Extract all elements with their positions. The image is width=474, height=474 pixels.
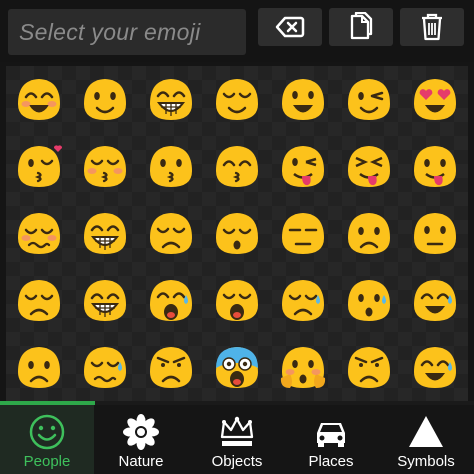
emoji-kiss-closed[interactable] xyxy=(138,133,204,199)
emoji-face-icon xyxy=(348,347,390,388)
emoji-fearful-scream[interactable] xyxy=(204,334,270,400)
copy-button[interactable] xyxy=(329,8,393,46)
emoji-face-icon xyxy=(84,280,126,321)
emoji-kiss-heart[interactable] xyxy=(6,133,72,199)
emoji-disappointed[interactable] xyxy=(6,267,72,333)
emoji-sweat-grin[interactable] xyxy=(402,334,468,400)
category-bar: People Nature Objects Places Symbols xyxy=(0,405,474,474)
smiley-icon xyxy=(27,414,67,450)
emoji-angry-red[interactable] xyxy=(336,334,402,400)
emoji-face-icon xyxy=(216,213,258,254)
emoji-face-icon xyxy=(282,146,324,187)
emoji-kiss-smile[interactable] xyxy=(204,133,270,199)
emoji-unamused[interactable] xyxy=(270,200,336,266)
emoji-face-icon xyxy=(280,347,326,388)
emoji-face-icon xyxy=(414,347,456,388)
emoji-face-icon xyxy=(18,79,60,120)
emoji-sleepy-open[interactable] xyxy=(204,200,270,266)
emoji-wink[interactable] xyxy=(336,66,402,132)
emoji-face-icon xyxy=(348,79,390,120)
emoji-big-grin[interactable] xyxy=(72,200,138,266)
tab-places[interactable]: Places xyxy=(284,405,378,474)
emoji-tongue-out[interactable] xyxy=(402,133,468,199)
crown-icon xyxy=(217,414,257,450)
emoji-face-icon xyxy=(414,280,456,321)
emoji-face-icon xyxy=(216,146,258,187)
tab-label: Objects xyxy=(211,453,263,470)
emoji-neutral-flat[interactable] xyxy=(402,200,468,266)
emoji-smile[interactable] xyxy=(72,66,138,132)
emoji-frowning[interactable] xyxy=(6,334,72,400)
emoji-relieved[interactable] xyxy=(138,200,204,266)
flower-icon xyxy=(121,414,161,450)
search-placeholder: Select your emoji xyxy=(19,18,201,45)
tab-label: Symbols xyxy=(397,453,455,470)
emoji-face-icon xyxy=(216,280,258,321)
tab-label: Nature xyxy=(118,453,164,470)
car-icon xyxy=(311,414,351,450)
emoji-face-icon xyxy=(18,145,63,187)
emoji-face-icon xyxy=(150,280,192,321)
emoji-angry[interactable] xyxy=(138,334,204,400)
emoji-face-icon xyxy=(18,280,60,321)
emoji-face-icon xyxy=(414,213,456,254)
emoji-face-icon xyxy=(216,79,258,120)
emoji-face-icon xyxy=(84,347,126,388)
emoji-sweat-worried[interactable] xyxy=(336,267,402,333)
tab-label: Places xyxy=(308,453,354,470)
emoji-crying-tear[interactable] xyxy=(72,334,138,400)
emoji-sad-frown[interactable] xyxy=(336,200,402,266)
emoji-happy-smile[interactable] xyxy=(270,66,336,132)
emoji-clutched-face[interactable] xyxy=(270,334,336,400)
emoji-grid xyxy=(6,66,468,401)
triangle-icon xyxy=(406,414,446,450)
copy-icon xyxy=(350,12,373,40)
emoji-laughing-blush[interactable] xyxy=(6,66,72,132)
emoji-face-icon xyxy=(282,79,324,120)
emoji-tongue-wink[interactable] xyxy=(270,133,336,199)
emoji-flushed-smile[interactable] xyxy=(6,200,72,266)
trash-icon xyxy=(422,13,442,41)
emoji-face-icon xyxy=(348,280,390,321)
emoji-face-icon xyxy=(150,79,192,120)
emoji-tongue-closed[interactable] xyxy=(336,133,402,199)
emoji-laugh-closed[interactable] xyxy=(72,267,138,333)
emoji-face-icon xyxy=(282,280,324,321)
top-bar: Select your emoji xyxy=(0,0,474,62)
emoji-face-icon xyxy=(282,213,324,254)
emoji-face-icon xyxy=(18,213,60,254)
emoji-face-icon xyxy=(84,213,126,254)
emoji-grin-teeth[interactable] xyxy=(138,66,204,132)
emoji-sweat-smile[interactable] xyxy=(402,267,468,333)
tab-people[interactable]: People xyxy=(0,405,94,474)
emoji-search-input[interactable]: Select your emoji xyxy=(8,9,246,55)
emoji-face-icon xyxy=(18,347,60,388)
tab-symbols[interactable]: Symbols xyxy=(378,405,474,474)
emoji-face-icon xyxy=(150,213,192,254)
emoji-sweat-sad[interactable] xyxy=(270,267,336,333)
emoji-face-icon xyxy=(348,146,390,187)
emoji-face-icon xyxy=(414,146,456,187)
tab-nature[interactable]: Nature xyxy=(94,405,188,474)
emoji-face-icon xyxy=(150,347,192,388)
tab-objects[interactable]: Objects xyxy=(190,405,284,474)
emoji-crying-loud[interactable] xyxy=(138,267,204,333)
emoji-face-icon xyxy=(84,146,126,187)
emoji-face-icon xyxy=(84,79,126,120)
emoji-weary[interactable] xyxy=(204,267,270,333)
emoji-heart-eyes[interactable] xyxy=(402,66,468,132)
tab-label: People xyxy=(23,453,71,470)
emoji-face-icon xyxy=(414,79,456,120)
backspace-button[interactable] xyxy=(258,8,322,46)
backspace-icon xyxy=(275,16,305,38)
emoji-content-smile[interactable] xyxy=(204,66,270,132)
emoji-face-icon xyxy=(150,146,192,187)
emoji-face-icon xyxy=(216,347,258,388)
trash-button[interactable] xyxy=(400,8,464,46)
emoji-face-icon xyxy=(348,213,390,254)
emoji-kiss-blush[interactable] xyxy=(72,133,138,199)
